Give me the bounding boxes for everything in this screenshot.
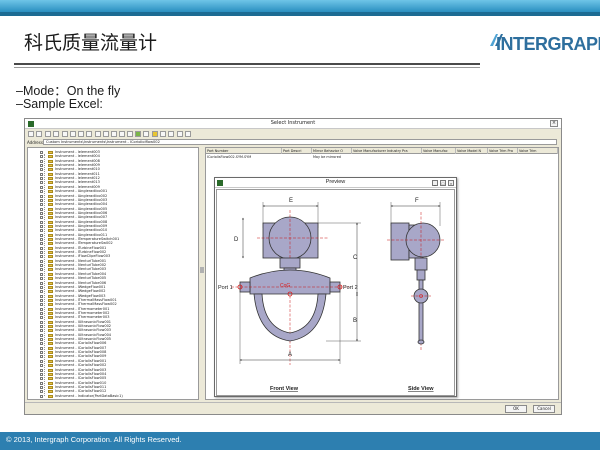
dim-c-label: C [353,255,358,261]
dim-a-label: A [288,352,292,358]
side-view-drawing: F Side View [387,198,445,392]
side-view-label: Side View [408,386,434,392]
views-icon[interactable] [62,131,68,137]
select-icon[interactable] [168,131,174,137]
bullet-sample: –Sample Excel: [16,97,103,111]
top-band [0,0,600,12]
copyright-text: © 2013, Intergraph Corporation. All Righ… [6,435,182,444]
slide-title: 科氏质量流量计 [24,32,158,54]
column-header[interactable]: Valve Trim [518,148,558,154]
column-header[interactable]: Part Descri [282,148,312,154]
go-icon[interactable] [135,131,141,137]
back-icon[interactable] [28,131,34,137]
port2-label: Port 2 [343,285,358,291]
tree-item[interactable]: Instrument - Indicator(PartDataBasic1) [28,394,198,399]
grid-header: Part Number Part Descri Mirror Behavior OV… [206,148,558,154]
status-bar: OK Cancel [25,402,561,414]
preview-title: Preview [325,179,346,185]
grid-cell [282,155,312,160]
grid-cell [518,155,558,160]
grid-cell [352,155,422,160]
title-rule-thin [14,67,480,68]
dim-b-label: B [353,318,357,324]
folder-open-icon[interactable] [152,131,158,137]
intergraph-logo: INTERGRAPH [496,34,600,54]
forward-icon[interactable] [36,131,42,137]
title-rule [14,63,480,65]
grid-cell [488,155,518,160]
instrument-tree[interactable]: Instrument - Ielement003 Instrument - Iel… [27,147,199,400]
grid-cell: ICoriolisFlow002.SYM.SYM [207,155,252,159]
splitter-handle[interactable] [200,267,204,273]
up-folder-icon[interactable] [45,131,51,137]
filter-icon[interactable] [177,131,183,137]
preview-canvas: E Port 1 Port 2 CoG D C B A Front View F… [216,189,455,396]
pane-splitter[interactable] [200,147,204,400]
preview-titlebar: Preview _ □ × [215,178,456,188]
grid-cell: May be mirrored [313,155,341,159]
column-header[interactable]: Valve Manufac [422,148,456,154]
help-icon[interactable] [185,131,191,137]
folder-icon[interactable] [53,131,59,137]
column-header[interactable]: Valve Manufacturer Industry Pra [352,148,422,154]
folder-icon [48,394,53,398]
footer-bar: © 2013, Intergraph Corporation. All Righ… [0,432,600,450]
dim-e-label: E [289,198,293,204]
column-header[interactable]: Valve Trim Pra [488,148,518,154]
close-icon[interactable]: × [550,120,558,127]
ok-button[interactable]: OK [505,405,527,413]
preview-window: Preview _ □ × E Port 1 Port 2 CoG D C B … [214,177,457,397]
copy-icon[interactable] [70,131,76,137]
details-icon[interactable] [119,131,125,137]
refresh-icon[interactable] [127,131,133,137]
expand-icon[interactable] [40,394,43,398]
preview-icon[interactable] [143,131,149,137]
cancel-button[interactable]: Cancel [533,405,555,413]
grid-cell [422,155,456,160]
front-view-drawing: E Port 1 Port 2 CoG D C B A Front View [218,198,361,392]
properties-icon[interactable] [95,131,101,137]
front-view-label: Front View [270,386,299,392]
tree-item-label: Instrument - Indicator(PartDataBasic1) [55,393,123,398]
top-band-stripe [0,12,600,16]
window-titlebar: Select Instrument × [25,119,561,129]
maximize-icon[interactable]: □ [440,180,446,186]
list-icon[interactable] [111,131,117,137]
minimize-icon[interactable]: _ [432,180,438,186]
delete-icon[interactable] [86,131,92,137]
sort-icon[interactable] [103,131,109,137]
preview-close-icon[interactable]: × [448,180,454,186]
grid-cell [456,155,488,160]
find-icon[interactable] [160,131,166,137]
column-header[interactable]: Valve Model N [456,148,488,154]
paste-icon[interactable] [78,131,84,137]
toolbar [25,130,561,139]
coriolis-drawing: E Port 1 Port 2 CoG D C B A Front View F… [218,198,445,392]
dim-d-label: D [234,237,239,243]
column-header[interactable]: Mirror Behavior O [312,148,352,154]
address-field[interactable]: Custom Instruments\Instruments\Instrumen… [43,139,557,145]
port1-label: Port 1 [218,285,233,291]
column-header[interactable]: Part Number [206,148,282,154]
cog-label: CoG [280,283,290,289]
dim-f-label: F [415,198,419,204]
window-title: Select Instrument [270,120,316,126]
address-label: Address [27,140,43,145]
